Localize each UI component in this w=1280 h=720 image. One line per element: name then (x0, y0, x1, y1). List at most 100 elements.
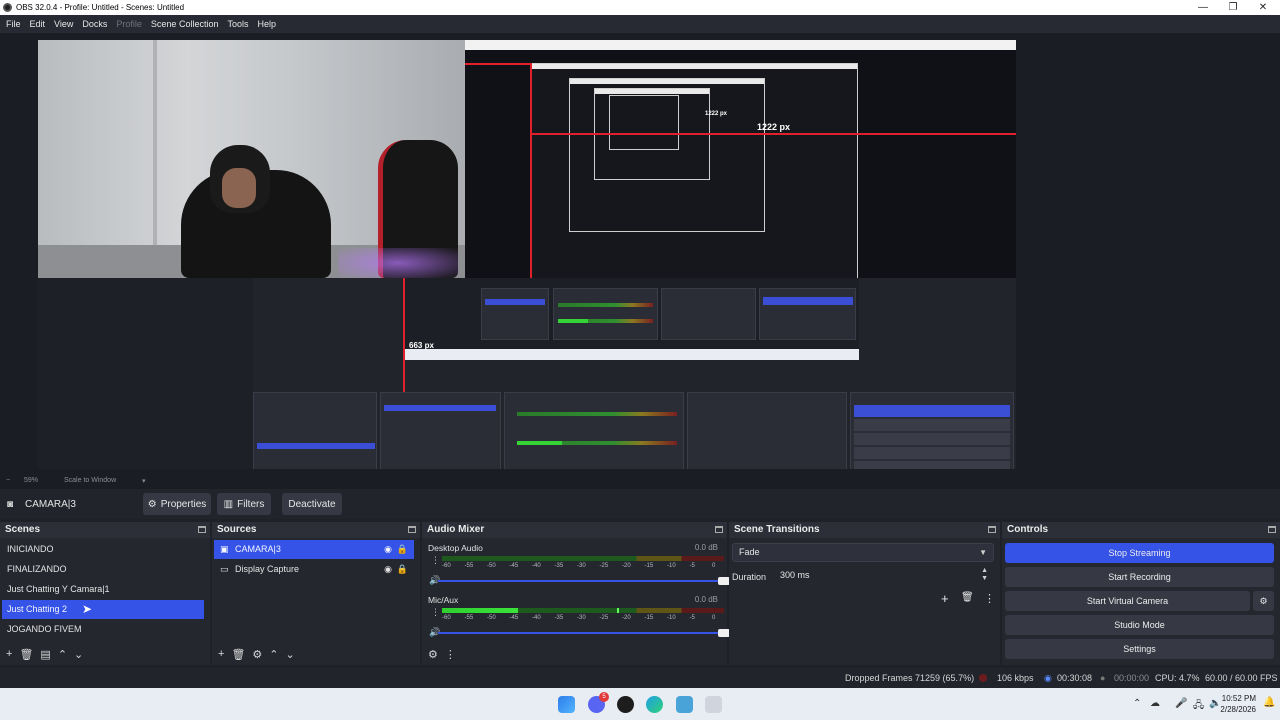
sources-dock: Sources ▣ CAMARA|3 ◉ 🔒 ▭ Display Capture… (212, 522, 420, 665)
taskbar-clock[interactable]: 10:52 PM 2/28/2026 (1220, 693, 1256, 715)
settings-button[interactable]: Settings (1005, 639, 1274, 659)
notifications-icon[interactable]: 🔔 (1263, 697, 1275, 708)
undock-icon[interactable] (1268, 526, 1276, 533)
preview-area[interactable]: 1222 px 1222 px 663 px (0, 33, 1280, 475)
microphone-icon[interactable]: 🎤 (1175, 698, 1187, 709)
db-scale-tick: -15 (644, 615, 654, 621)
menu-view[interactable]: View (50, 19, 77, 29)
channel-db-mic-aux: 0.0 dB (694, 595, 718, 604)
remove-transition-button[interactable]: 🗑 (961, 592, 974, 603)
volume-slider-mic-aux[interactable] (438, 629, 730, 637)
move-down-button[interactable]: ⌄ (286, 648, 295, 661)
zoom-out-button[interactable]: − (6, 477, 10, 484)
minimize-button[interactable]: — (1188, 0, 1218, 15)
duration-label: Duration (732, 572, 767, 582)
db-scale: -60 -55 -50 -45 -40 -35 -30 -25 -20 -15 -10 -5 0 (442, 615, 724, 623)
deactivate-button[interactable]: Deactivate (282, 493, 342, 515)
nested-meter-fill (517, 441, 562, 445)
virtual-camera-settings-button[interactable]: ⚙ (1253, 591, 1274, 611)
spin-arrows-icon[interactable]: ▲ ▼ (981, 567, 988, 583)
lock-icon[interactable]: 🔒 (397, 560, 408, 579)
nested-width-label-small: 1222 px (705, 111, 728, 117)
nested-button (854, 447, 1010, 459)
eye-icon[interactable]: ◉ (384, 560, 392, 579)
properties-button[interactable]: ⚙ Properties (143, 493, 211, 515)
maximize-button[interactable]: ❐ (1218, 0, 1248, 15)
remove-source-button[interactable]: 🗑 (231, 648, 245, 661)
stop-streaming-button[interactable]: Stop Streaming (1005, 543, 1274, 563)
transition-menu-icon[interactable]: ⋮ (984, 592, 995, 605)
db-scale-tick: -55 (464, 563, 474, 569)
remove-scene-button[interactable]: 🗑 (19, 648, 33, 661)
menu-file[interactable]: File (2, 19, 25, 29)
wall-corner (153, 40, 157, 278)
db-scale-tick: -20 (622, 563, 631, 569)
program-canvas[interactable]: 1222 px 1222 px 663 px (38, 40, 1016, 469)
advanced-audio-icon[interactable]: ⚙ (428, 648, 438, 661)
undock-icon[interactable] (988, 526, 996, 533)
edge-icon[interactable] (646, 696, 663, 713)
filters-button[interactable]: ▥ Filters (217, 493, 271, 515)
network-icon[interactable]: 🖧 (1193, 698, 1204, 715)
transition-select[interactable]: Fade ▼ (732, 543, 994, 562)
add-source-button[interactable]: + (218, 648, 224, 660)
source-item-display-capture[interactable]: ▭ Display Capture ◉ 🔒 (214, 560, 414, 579)
eye-icon[interactable]: ◉ (384, 540, 392, 559)
channel-menu-icon[interactable]: ⋮ (431, 555, 440, 566)
menu-scene-collection[interactable]: Scene Collection (147, 19, 223, 29)
zoom-mode-select[interactable]: Scale to Window (64, 477, 116, 484)
move-down-button[interactable]: ⌄ (74, 648, 83, 661)
undock-icon[interactable] (715, 526, 723, 533)
undock-icon[interactable] (198, 526, 206, 533)
menu-edit[interactable]: Edit (26, 19, 50, 29)
display-capture-image[interactable]: 1222 px 1222 px (465, 40, 1016, 278)
transition-value: Fade (739, 547, 760, 557)
add-scene-button[interactable]: + (6, 648, 12, 660)
scene-item-jogando-fivem[interactable]: JOGANDO FIVEM (2, 620, 204, 639)
vu-meter-mic-aux (442, 608, 724, 613)
chevron-up-icon[interactable]: ⌃ (1133, 698, 1141, 709)
obs-taskbar-icon[interactable] (617, 696, 634, 713)
db-scale-tick: -60 (442, 563, 451, 569)
studio-mode-button[interactable]: Studio Mode (1005, 615, 1274, 635)
menu-docks[interactable]: Docks (78, 19, 111, 29)
selected-source-name: CAMARA|3 (25, 498, 76, 510)
scene-item-just-chatting-2[interactable]: Just Chatting 2 (2, 600, 204, 619)
volume-slider-desktop-audio[interactable] (438, 577, 730, 585)
db-scale: -60 -55 -50 -45 -40 -35 -30 -25 -20 -15 -10 -5 0 (442, 563, 724, 571)
clock-time: 10:52 PM (1221, 694, 1256, 703)
move-up-button[interactable]: ⌃ (58, 648, 67, 661)
channel-menu-icon[interactable]: ⋮ (431, 607, 440, 618)
nested-stop-button-2 (854, 405, 1010, 417)
cloud-icon[interactable]: ☁ (1150, 698, 1160, 709)
close-button[interactable]: ✕ (1248, 0, 1278, 15)
mixer-menu-icon[interactable]: ⋮ (445, 648, 456, 661)
db-scale-tick: -30 (577, 563, 586, 569)
start-virtual-camera-button[interactable]: Start Virtual Camera (1005, 591, 1250, 611)
window-title: OBS 32.0.4 - Profile: Untitled - Scenes:… (16, 3, 185, 12)
photos-icon[interactable] (676, 696, 693, 713)
windows-start-icon[interactable] (558, 696, 575, 713)
source-properties-button[interactable]: ⚙ (252, 648, 262, 661)
steam-icon[interactable] (705, 696, 722, 713)
record-time: 00:00:00 (1114, 673, 1150, 683)
menu-help[interactable]: Help (253, 19, 280, 29)
undock-icon[interactable] (408, 526, 416, 533)
move-up-button[interactable]: ⌃ (269, 648, 278, 661)
menu-tools[interactable]: Tools (223, 19, 252, 29)
start-recording-button[interactable]: Start Recording (1005, 567, 1274, 587)
menu-profile[interactable]: Profile (112, 19, 146, 29)
lock-icon[interactable]: 🔒 (397, 540, 408, 559)
chevron-down-icon[interactable]: ▾ (142, 477, 146, 485)
scene-item-iniciando[interactable]: INICIANDO (2, 540, 204, 559)
scene-filters-button[interactable]: ▤ (40, 648, 50, 661)
obs-logo-icon (3, 3, 12, 12)
nested-docks-top (403, 278, 859, 360)
camera-source-image[interactable] (38, 40, 465, 278)
scene-item-finalizando[interactable]: FINALIZANDO (2, 560, 204, 579)
source-item-camara[interactable]: ▣ CAMARA|3 ◉ 🔒 (214, 540, 414, 559)
add-transition-button[interactable]: + (941, 591, 949, 606)
duration-spinbox[interactable]: 300 ms ▲ ▼ (774, 567, 994, 586)
db-scale-tick: -10 (667, 615, 676, 621)
scene-item-just-chatting-camara[interactable]: Just Chatting Y Camara|1 (2, 580, 204, 599)
